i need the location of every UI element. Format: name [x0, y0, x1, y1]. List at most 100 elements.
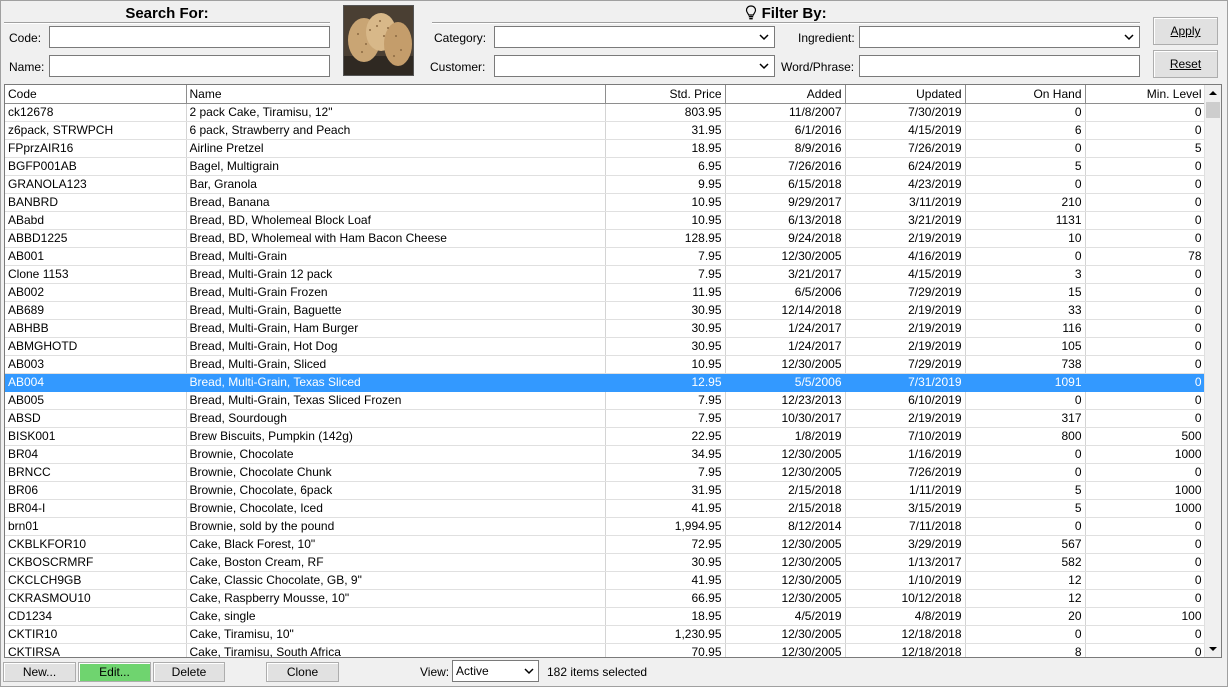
cell-name: Cake, single — [186, 607, 606, 626]
cell-updated: 7/11/2018 — [845, 517, 966, 536]
cell-on-hand: 5 — [965, 157, 1086, 176]
cell-min-level: 0 — [1085, 319, 1206, 338]
cell-std-price: 11.95 — [605, 283, 726, 302]
search-section-title: Search For: — [125, 5, 209, 22]
column-header-std-price[interactable]: Std. Price — [605, 85, 726, 104]
cell-code: ABMGHOTD — [5, 337, 187, 356]
name-label: Name: — [9, 60, 45, 74]
filter-section-title: Filter By: — [432, 5, 1140, 22]
column-header-updated[interactable]: Updated — [845, 85, 966, 104]
items-table[interactable]: Code Name Std. Price Added Updated On Ha… — [4, 84, 1222, 658]
cell-std-price: 70.95 — [605, 643, 726, 657]
table-row[interactable]: CKTIRSA Cake, Tiramisu, South Africa 70.95… — [5, 643, 1206, 657]
cell-name: Cake, Classic Chocolate, GB, 9" — [186, 571, 606, 590]
cell-added: 2/15/2018 — [725, 499, 846, 518]
cell-code: CKTIRSA — [5, 643, 187, 657]
category-select[interactable] — [494, 26, 775, 48]
cell-on-hand: 0 — [965, 517, 1086, 536]
cell-added: 4/5/2019 — [725, 607, 846, 626]
cell-name: Cake, Black Forest, 10" — [186, 535, 606, 554]
cell-name: Bread, Multi-Grain, Texas Sliced — [186, 373, 606, 392]
table-row[interactable]: AB003 Bread, Multi-Grain, Sliced 10.95 12/3… — [5, 355, 1206, 374]
scroll-up-button[interactable] — [1205, 85, 1221, 102]
cell-name: Bread, BD, Wholemeal with Ham Bacon Chee… — [186, 229, 606, 248]
view-select-value: Active — [456, 664, 489, 678]
table-row[interactable]: AB001 Bread, Multi-Grain 7.95 12/30/2005 4/1… — [5, 247, 1206, 266]
column-header-on-hand[interactable]: On Hand — [965, 85, 1086, 104]
cell-code: AB004 — [5, 373, 187, 392]
table-row[interactable]: ABMGHOTD Bread, Multi-Grain, Hot Dog 30.95… — [5, 337, 1206, 356]
table-row[interactable]: CD1234 Cake, single 18.95 4/5/2019 4/8/2019 2… — [5, 607, 1206, 626]
chevron-down-icon — [1124, 34, 1134, 41]
edit-button-label: Edit... — [99, 665, 130, 679]
name-input[interactable] — [49, 55, 330, 77]
selection-status: 182 items selected — [547, 665, 648, 679]
column-header-code[interactable]: Code — [5, 85, 187, 104]
code-input[interactable] — [49, 26, 330, 48]
table-row[interactable]: AB002 Bread, Multi-Grain Frozen 11.95 6/5/2… — [5, 283, 1206, 302]
new-button[interactable]: New... — [3, 662, 76, 682]
column-header-name[interactable]: Name — [186, 85, 606, 104]
cell-std-price: 1,994.95 — [605, 517, 726, 536]
table-row[interactable]: CKTIR10 Cake, Tiramisu, 10" 1,230.95 12/30/… — [5, 625, 1206, 644]
cell-added: 12/23/2013 — [725, 391, 846, 410]
cell-code: CKBOSCRMRF — [5, 553, 187, 572]
table-row[interactable]: BR04 Brownie, Chocolate 34.95 12/30/2005 1/1… — [5, 445, 1206, 464]
scroll-thumb[interactable] — [1206, 102, 1220, 118]
table-row[interactable]: BRNCC Brownie, Chocolate Chunk 7.95 12/30/2… — [5, 463, 1206, 482]
cell-name: Cake, Tiramisu, 10" — [186, 625, 606, 644]
table-row[interactable]: z6pack, STRWPCH 6 pack, Strawberry and Pe… — [5, 121, 1206, 140]
table-row[interactable]: CKRASMOU10 Cake, Raspberry Mousse, 10" 66.… — [5, 589, 1206, 608]
delete-button[interactable]: Delete — [153, 662, 225, 682]
table-row[interactable]: BR04-I Brownie, Chocolate, Iced 41.95 2/15/… — [5, 499, 1206, 518]
table-row[interactable]: CKBLKFOR10 Cake, Black Forest, 10" 72.95 12… — [5, 535, 1206, 554]
table-row[interactable]: brn01 Brownie, sold by the pound 1,994.95 8… — [5, 517, 1206, 536]
cell-std-price: 128.95 — [605, 229, 726, 248]
cell-added: 12/30/2005 — [725, 643, 846, 657]
cell-on-hand: 0 — [965, 445, 1086, 464]
cell-on-hand: 116 — [965, 319, 1086, 338]
cell-added: 8/9/2016 — [725, 139, 846, 158]
cell-updated: 2/19/2019 — [845, 319, 966, 338]
table-row[interactable]: ABHBB Bread, Multi-Grain, Ham Burger 30.95… — [5, 319, 1206, 338]
cell-on-hand: 105 — [965, 337, 1086, 356]
table-row[interactable]: ABBD1225 Bread, BD, Wholemeal with Ham Ba… — [5, 229, 1206, 248]
edit-button[interactable]: Edit... — [78, 662, 151, 682]
cell-code: ABHBB — [5, 319, 187, 338]
cell-updated: 3/21/2019 — [845, 211, 966, 230]
table-row[interactable]: FPprzAIR16 Airline Pretzel 18.95 8/9/2016 7/… — [5, 139, 1206, 158]
filter-divider — [432, 22, 1140, 24]
column-header-min-level[interactable]: Min. Level — [1085, 85, 1206, 104]
ingredient-select[interactable] — [859, 26, 1140, 48]
table-row[interactable]: GRANOLA123 Bar, Granola 9.95 6/15/2018 4/23/… — [5, 175, 1206, 194]
table-row[interactable]: Clone 1153 Bread, Multi-Grain 12 pack 7.95… — [5, 265, 1206, 284]
table-row[interactable]: AB004 Bread, Multi-Grain, Texas Sliced 12.… — [5, 373, 1206, 392]
table-row[interactable]: BANBRD Bread, Banana 10.95 9/29/2017 3/11/20… — [5, 193, 1206, 212]
vertical-scrollbar[interactable] — [1204, 85, 1221, 657]
cell-min-level: 0 — [1085, 571, 1206, 590]
customer-select[interactable] — [494, 55, 775, 77]
table-row[interactable]: ABSD Bread, Sourdough 7.95 10/30/2017 2/19/2… — [5, 409, 1206, 428]
cell-added: 12/30/2005 — [725, 355, 846, 374]
clone-button[interactable]: Clone — [266, 662, 339, 682]
cell-std-price: 30.95 — [605, 553, 726, 572]
cell-updated: 1/16/2019 — [845, 445, 966, 464]
table-row[interactable]: AB689 Bread, Multi-Grain, Baguette 30.95 12… — [5, 301, 1206, 320]
table-row[interactable]: BGFP001AB Bagel, Multigrain 6.95 7/26/2016 6… — [5, 157, 1206, 176]
view-select[interactable]: Active — [452, 660, 539, 682]
cell-name: Bread, Multi-Grain 12 pack — [186, 265, 606, 284]
table-row[interactable]: CKBOSCRMRF Cake, Boston Cream, RF 30.95 12/… — [5, 553, 1206, 572]
table-row[interactable]: BISK001 Brew Biscuits, Pumpkin (142g) 22.9… — [5, 427, 1206, 446]
scroll-down-button[interactable] — [1205, 640, 1221, 657]
table-row[interactable]: ck12678 2 pack Cake, Tiramisu, 12" 803.95 1… — [5, 103, 1206, 122]
column-header-added[interactable]: Added — [725, 85, 846, 104]
table-row[interactable]: ABabd Bread, BD, Wholemeal Block Loaf 10.9… — [5, 211, 1206, 230]
reset-button[interactable]: Reset — [1153, 50, 1218, 78]
apply-button[interactable]: Apply — [1153, 17, 1218, 45]
table-row[interactable]: AB005 Bread, Multi-Grain, Texas Sliced Fr… — [5, 391, 1206, 410]
word-phrase-input[interactable] — [859, 55, 1140, 77]
table-row[interactable]: CKCLCH9GB Cake, Classic Chocolate, GB, 9"… — [5, 571, 1206, 590]
table-row[interactable]: BR06 Brownie, Chocolate, 6pack 31.95 2/15/2… — [5, 481, 1206, 500]
cell-updated: 7/26/2019 — [845, 463, 966, 482]
cell-updated: 1/11/2019 — [845, 481, 966, 500]
